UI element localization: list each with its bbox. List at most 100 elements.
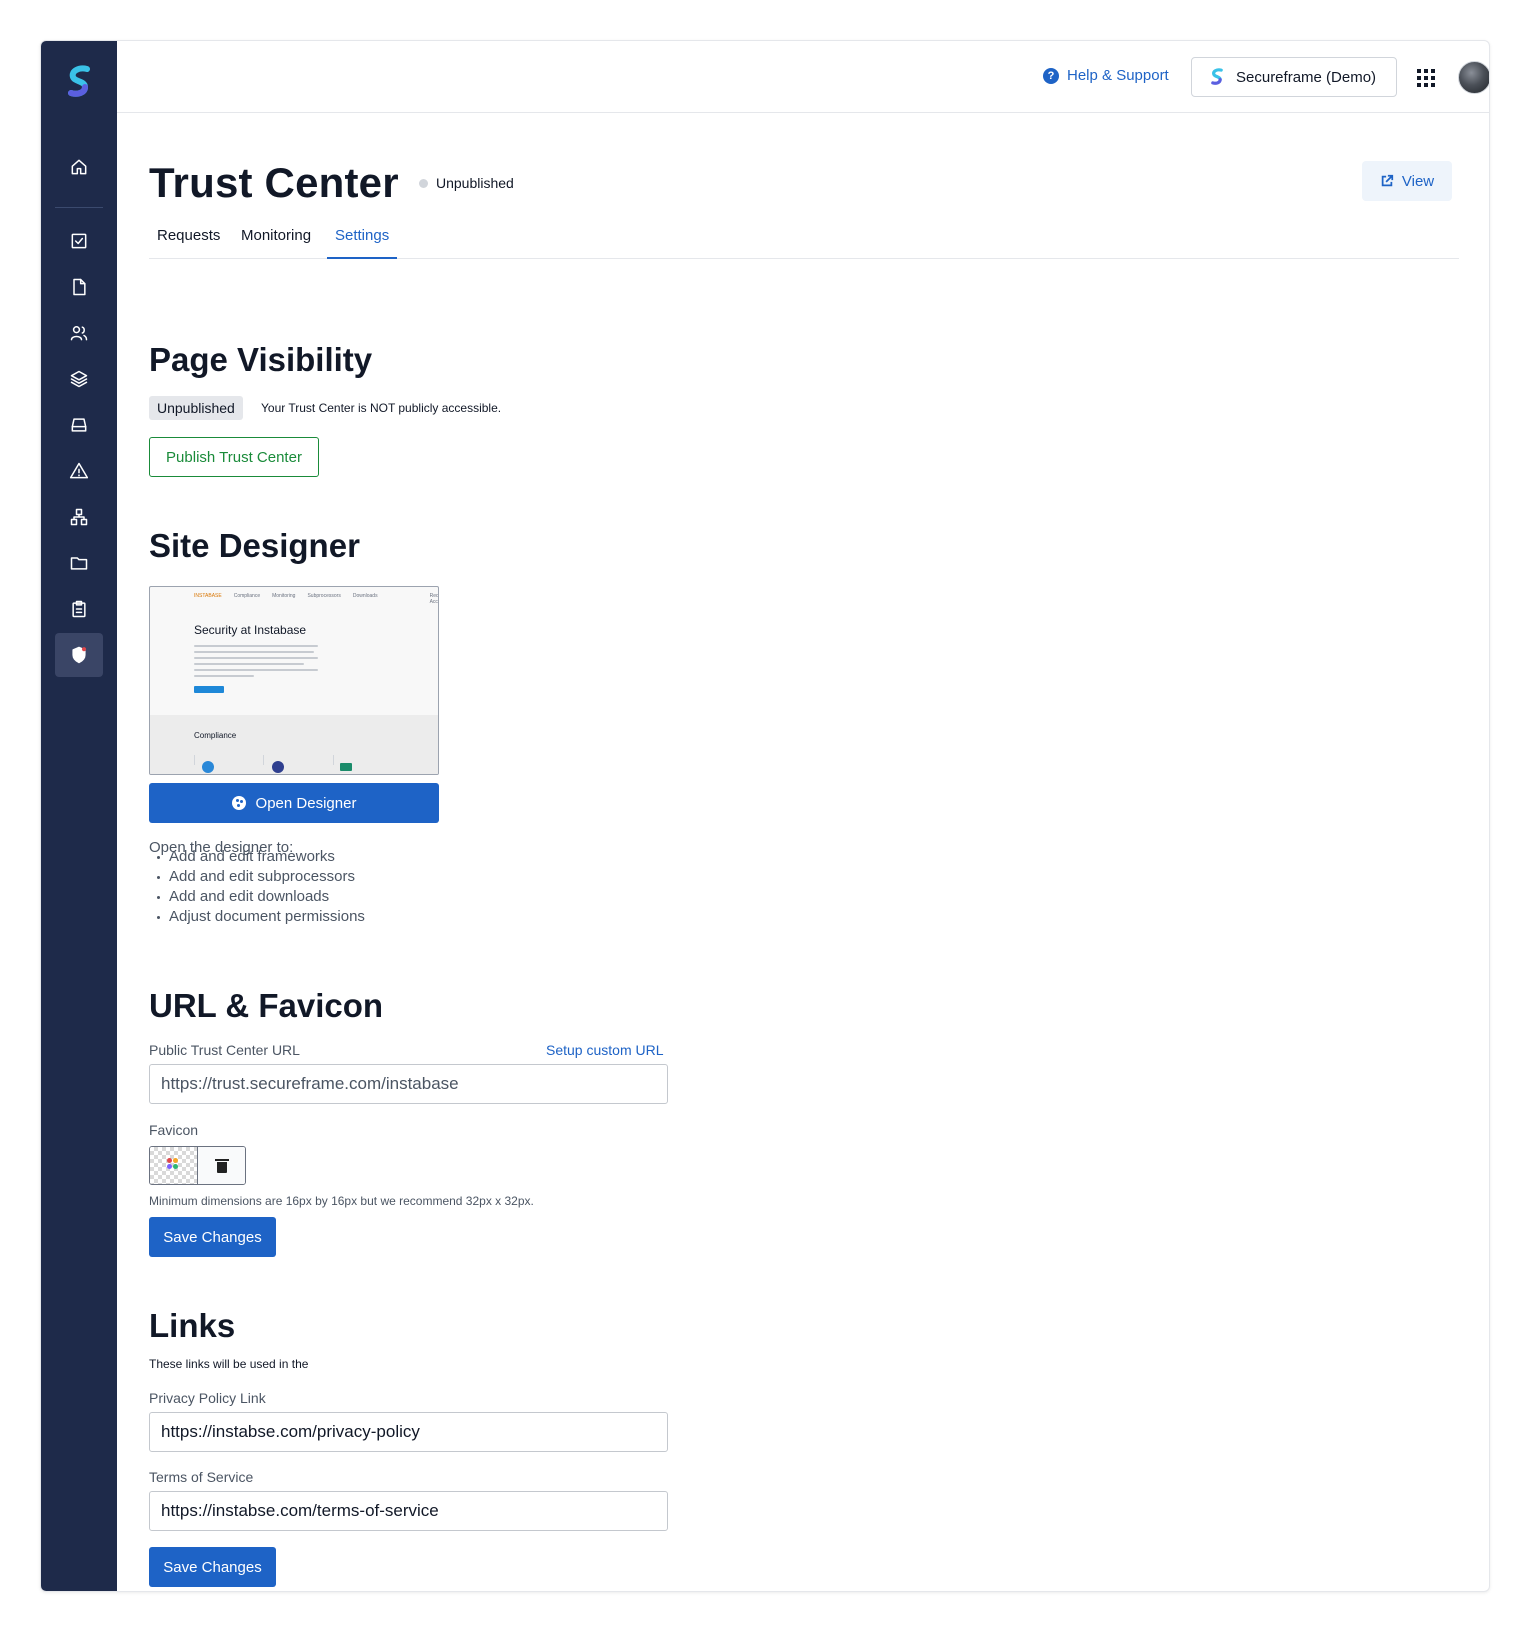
shield-icon (72, 646, 87, 664)
preview-nav-item: Compliance (233, 593, 261, 599)
sidebar-item-integrations[interactable] (55, 495, 103, 539)
favicon-icon (167, 1158, 181, 1172)
sidebar-item-home[interactable] (55, 145, 103, 189)
sidebar-item-risks[interactable] (55, 449, 103, 493)
preview-text-line (194, 663, 304, 665)
page-title: Trust Center (149, 159, 399, 206)
open-designer-label: Open Designer (255, 794, 357, 812)
external-link-icon (1381, 174, 1393, 187)
favicon-label: Favicon (149, 1122, 199, 1138)
page-visibility-heading: Page Visibility (149, 341, 373, 378)
palette-icon (231, 796, 246, 810)
help-support-link[interactable]: ? Help & Support (1043, 67, 1169, 84)
list-item: Adjust document permissions (157, 908, 365, 925)
preview-request: Request Access (429, 593, 439, 605)
preview-text-line (194, 675, 254, 677)
preview-nav-item: Subprocessors (307, 593, 341, 599)
list-item: Add and edit frameworks (157, 847, 365, 867)
sidebar-item-audits[interactable] (55, 587, 103, 631)
terms-of-service-field[interactable] (149, 1491, 668, 1531)
preview-nav: INSTABASE Compliance Monitoring Subproce… (194, 593, 439, 605)
tab-requests[interactable]: Requests (149, 219, 228, 259)
designer-preview: INSTABASE Compliance Monitoring Subproce… (149, 586, 439, 775)
save-changes-button[interactable]: Save Changes (149, 1217, 276, 1257)
list-item: Add and edit downloads (157, 887, 365, 907)
status-dot (419, 178, 428, 188)
preview-divider (333, 755, 334, 765)
sidebar-item-trust-center[interactable] (55, 633, 103, 677)
public-url-field[interactable] (149, 1064, 668, 1104)
users-icon (70, 326, 88, 341)
status-label: Unpublished (436, 175, 514, 191)
view-button[interactable]: View (1362, 161, 1452, 201)
preview-text-line (194, 669, 318, 671)
save-links-button[interactable]: Save Changes (149, 1547, 276, 1587)
status-badge: Unpublished (419, 175, 514, 191)
clipboard-icon (72, 600, 86, 618)
setup-custom-url-link[interactable]: Setup custom URL (546, 1042, 664, 1058)
preview-button (194, 686, 224, 693)
privacy-policy-label: Privacy Policy Link (149, 1390, 266, 1406)
secureframe-logo[interactable] (67, 65, 91, 99)
tab-bar: Requests Monitoring Settings (149, 219, 1459, 259)
preview-badge-icon (272, 761, 284, 773)
help-support-label: Help & Support (1067, 67, 1169, 84)
trash-icon (214, 1158, 229, 1173)
links-subtitle: These links will be used in the (149, 1357, 309, 1371)
favicon-uploader (149, 1146, 246, 1185)
site-designer-heading: Site Designer (149, 527, 360, 564)
preview-divider (263, 755, 264, 765)
favicon-preview[interactable] (150, 1147, 198, 1184)
hierarchy-icon (70, 508, 88, 526)
sidebar-item-tasks[interactable] (55, 219, 103, 263)
view-label: View (1401, 172, 1435, 190)
public-url-label: Public Trust Center URL (149, 1042, 300, 1058)
tab-settings[interactable]: Settings (327, 219, 398, 259)
preview-badge-icon (340, 763, 352, 771)
folder-icon (70, 557, 88, 570)
sidebar-item-policies[interactable] (55, 265, 103, 309)
layers-icon (70, 370, 88, 388)
preview-text-line (194, 651, 314, 653)
preview-brand: INSTABASE (194, 593, 222, 599)
home-icon (71, 159, 87, 175)
open-designer-button[interactable]: Open Designer (149, 783, 439, 823)
apps-grid-icon[interactable] (1417, 69, 1435, 87)
secureframe-logo-small (1211, 68, 1223, 85)
preview-text-line (194, 657, 318, 659)
favicon-hint: Minimum dimensions are 16px by 16px but … (149, 1194, 534, 1208)
terms-of-service-label: Terms of Service (149, 1469, 254, 1485)
sidebar-divider (55, 207, 103, 208)
preview-text-line (194, 645, 318, 647)
links-heading: Links (149, 1307, 236, 1344)
help-icon: ? (1043, 67, 1059, 84)
designer-bullets: Add and edit frameworks Add and edit sub… (157, 847, 365, 927)
publish-trust-center-button[interactable]: Publish Trust Center (149, 437, 319, 477)
app-window: ? Help & Support Secureframe (Demo) Trus… (40, 40, 1490, 1592)
org-switcher[interactable]: Secureframe (Demo) (1191, 57, 1397, 97)
sidebar-item-inventory[interactable] (55, 403, 103, 447)
checkbox-icon (71, 233, 87, 249)
preview-badge-icon (202, 761, 214, 773)
preview-nav-item: Monitoring (272, 593, 296, 599)
sidebar-item-files[interactable] (55, 541, 103, 585)
preview-nav-item: Downloads (352, 593, 378, 599)
visibility-note: Your Trust Center is NOT publicly access… (261, 401, 502, 415)
warning-icon (69, 462, 89, 479)
tab-monitoring[interactable]: Monitoring (233, 219, 319, 259)
delete-favicon-button[interactable] (198, 1147, 245, 1184)
preview-divider (194, 755, 195, 765)
list-item: Add and edit subprocessors (157, 867, 365, 887)
document-icon (73, 278, 86, 296)
top-bar: ? Help & Support Secureframe (Demo) (117, 41, 1489, 113)
org-name: Secureframe (Demo) (1236, 68, 1377, 86)
preview-title: Security at Instabase (194, 623, 307, 637)
sidebar-item-people[interactable] (55, 311, 103, 355)
privacy-policy-field[interactable] (149, 1412, 668, 1452)
avatar[interactable] (1458, 61, 1489, 94)
inbox-icon (71, 418, 87, 432)
preview-compliance-label: Compliance (194, 731, 237, 740)
preview-compliance-section (150, 715, 438, 774)
visibility-badge: Unpublished (149, 396, 243, 420)
sidebar-item-frameworks[interactable] (55, 357, 103, 401)
